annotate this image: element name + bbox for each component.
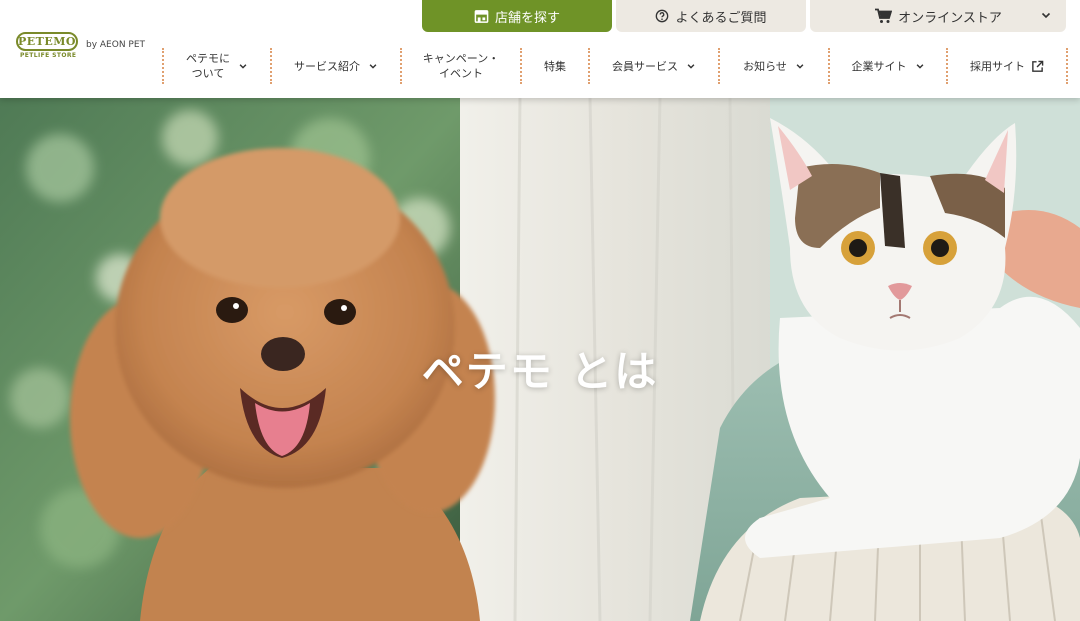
online-store-label: オンラインストア: [898, 10, 1002, 26]
nav-campaign[interactable]: キャンペーン・ イベント: [400, 48, 520, 84]
cart-icon: [874, 8, 893, 24]
chevron-down-icon: [238, 61, 248, 71]
faq-label: よくあるご質問: [675, 10, 767, 26]
chevron-down-icon: [795, 61, 805, 71]
nav-recruit[interactable]: 採用サイト: [946, 48, 1068, 84]
chevron-down-icon: [1040, 9, 1052, 25]
hero-title: ペテモ とは: [421, 347, 659, 396]
nav-recruit-label: 採用サイト: [970, 59, 1025, 73]
hero-section: ペテモ とは: [0, 98, 1080, 621]
logo-subtitle: PETLIFE STORE: [20, 52, 77, 59]
find-store-label: 店舗を探す: [494, 10, 560, 26]
nav-about[interactable]: ペテモに ついて: [162, 48, 270, 84]
nav-member-label: 会員サービス: [612, 59, 678, 73]
chevron-down-icon: [686, 61, 696, 71]
find-store-button[interactable]: 店舗を探す: [422, 0, 612, 32]
external-link-icon: [1031, 60, 1044, 73]
nav-about-label: ペテモに ついて: [186, 52, 230, 80]
global-nav: ペテモに ついて サービス紹介 キャンペーン・ イベント 特集 会員サービス お…: [162, 48, 1068, 84]
logo-by-label: by AEON PET: [86, 40, 146, 50]
nav-news[interactable]: お知らせ: [718, 48, 828, 84]
logo-mark: PETEMO: [16, 32, 78, 51]
faq-button[interactable]: よくあるご質問: [616, 0, 806, 32]
nav-features-label: 特集: [544, 59, 566, 73]
nav-corporate-label: 企業サイト: [851, 59, 907, 73]
nav-services[interactable]: サービス紹介: [270, 48, 400, 84]
chevron-down-icon: [915, 61, 925, 71]
storefront-icon: [474, 9, 489, 24]
nav-member[interactable]: 会員サービス: [588, 48, 718, 84]
site-header: PETEMO PETLIFE STORE by AEON PET 店舗を探す よ…: [0, 0, 1080, 98]
site-logo[interactable]: PETEMO PETLIFE STORE by AEON PET: [14, 32, 146, 62]
nav-corporate[interactable]: 企業サイト: [828, 48, 946, 84]
nav-services-label: サービス紹介: [294, 59, 360, 73]
nav-features[interactable]: 特集: [520, 48, 588, 84]
question-circle-icon: [655, 9, 669, 23]
nav-campaign-label: キャンペーン・ イベント: [422, 52, 500, 80]
nav-news-label: お知らせ: [743, 59, 787, 73]
online-store-button[interactable]: オンラインストア: [810, 0, 1066, 32]
chevron-down-icon: [368, 61, 378, 71]
